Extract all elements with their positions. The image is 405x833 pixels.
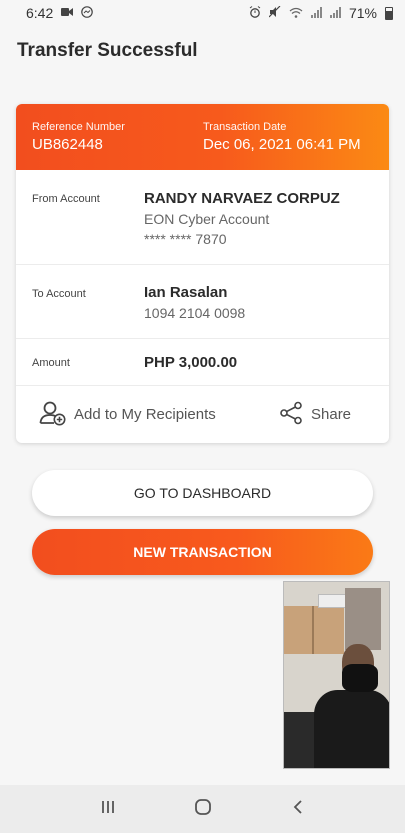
- reference-block: Reference Number UB862448: [32, 121, 125, 153]
- from-account-name: RANDY NARVAEZ CORPUZ: [144, 190, 340, 207]
- wifi-icon: [289, 5, 303, 21]
- signal-icon: [310, 5, 322, 21]
- card-actions: Add to My Recipients Share: [16, 386, 389, 443]
- video-background-cabinet: [284, 606, 344, 654]
- from-account-number: **** **** 7870: [144, 231, 227, 247]
- video-call-icon: [61, 6, 74, 20]
- system-nav-bar: [0, 785, 405, 833]
- messenger-icon: [81, 5, 94, 21]
- add-user-icon: [39, 400, 66, 430]
- from-account-row: From Account RANDY NARVAEZ CORPUZ EON Cy…: [16, 170, 389, 265]
- to-account-row: To Account Ian Rasalan 1094 2104 0098: [16, 265, 389, 339]
- add-recipient-label: Add to My Recipients: [74, 406, 216, 423]
- to-account-name: Ian Rasalan: [144, 284, 228, 301]
- from-account-type: EON Cyber Account: [144, 211, 270, 227]
- video-person-body: [314, 690, 389, 768]
- to-account-number: 1094 2104 0098: [144, 305, 246, 321]
- amount-row: Amount PHP 3,000.00: [16, 339, 389, 386]
- date-block: Transaction Date Dec 06, 2021 06:41 PM: [203, 121, 361, 153]
- status-time: 6:42: [26, 5, 54, 21]
- page-title: Transfer Successful: [17, 40, 198, 61]
- reference-value: UB862448: [32, 136, 103, 153]
- to-account-label: To Account: [32, 288, 86, 300]
- alarm-icon: [249, 5, 261, 21]
- signal-icon: [329, 5, 341, 21]
- amount-value: PHP 3,000.00: [144, 354, 238, 371]
- share-label: Share: [311, 406, 352, 423]
- video-self-preview: [345, 588, 381, 650]
- reference-label: Reference Number: [32, 121, 125, 133]
- share-icon: [279, 401, 303, 429]
- date-value: Dec 06, 2021 06:41 PM: [203, 136, 361, 153]
- amount-label: Amount: [32, 357, 70, 369]
- video-person-mask: [342, 664, 378, 692]
- mute-icon: [268, 5, 281, 21]
- status-bar: 6:42 71%: [0, 0, 405, 26]
- recent-apps-icon[interactable]: [88, 799, 128, 820]
- add-recipient-button[interactable]: Add to My Recipients: [39, 386, 216, 443]
- battery-icon: [385, 6, 393, 20]
- from-account-label: From Account: [32, 193, 100, 205]
- go-to-dashboard-button[interactable]: GO TO DASHBOARD: [32, 470, 373, 516]
- video-call-overlay[interactable]: [283, 581, 390, 769]
- battery-percent: 71%: [348, 5, 377, 21]
- transfer-receipt-card: Reference Number UB862448 Transaction Da…: [16, 104, 389, 443]
- share-button[interactable]: Share: [279, 386, 351, 443]
- new-transaction-button[interactable]: NEW TRANSACTION: [32, 529, 373, 575]
- card-header: Reference Number UB862448 Transaction Da…: [16, 104, 389, 170]
- back-icon[interactable]: [278, 799, 318, 820]
- date-label: Transaction Date: [203, 121, 287, 133]
- home-icon[interactable]: [183, 798, 223, 821]
